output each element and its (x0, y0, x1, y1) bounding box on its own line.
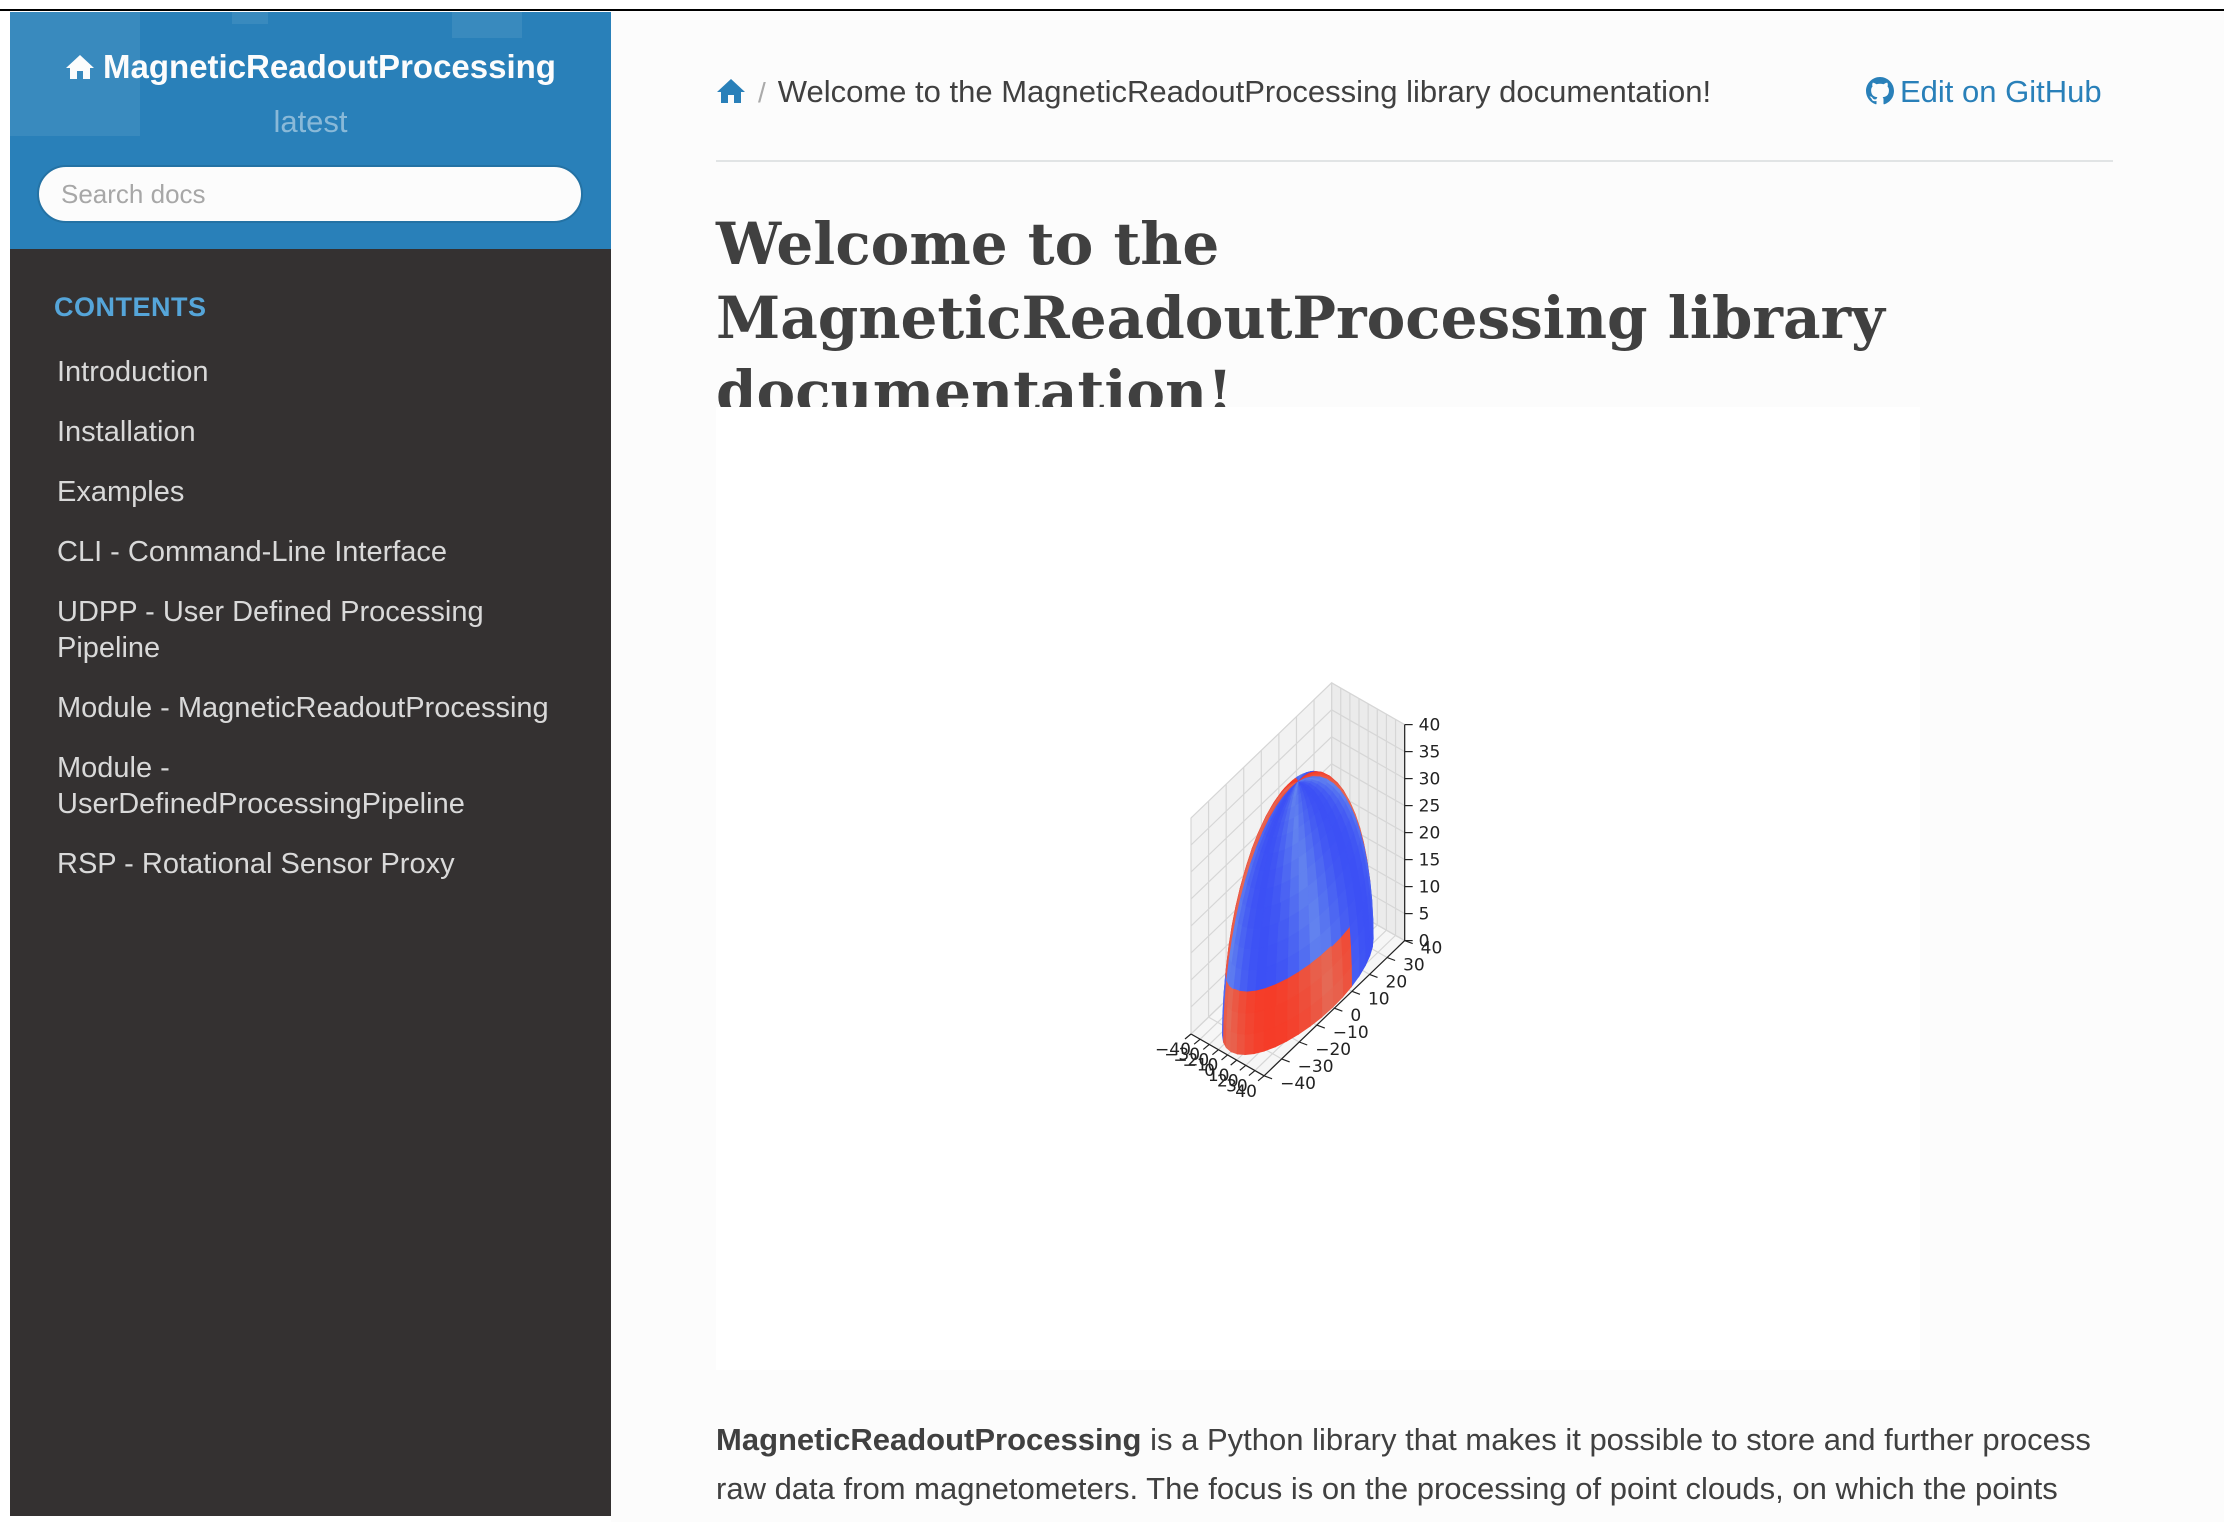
x-axis-tick (1193, 1038, 1201, 1045)
contents-caption: CONTENTS (54, 292, 207, 322)
y-axis-tick (1334, 1007, 1343, 1012)
y-axis-tick (1386, 956, 1396, 962)
surface-patch (1253, 1009, 1266, 1034)
github-icon (1866, 77, 1894, 105)
surface-patch (1230, 1030, 1239, 1055)
x-axis-tick (1212, 1049, 1219, 1056)
edit-on-github-label: Edit on GitHub (1900, 74, 2102, 109)
x-axis-tick (1184, 1033, 1192, 1040)
breadcrumb-current: Welcome to the MagneticReadoutProcessing… (777, 74, 1712, 109)
main-content: / Welcome to the MagneticReadoutProcessin… (611, 12, 2224, 1522)
sidebar-header: MagneticReadoutProcessing latest (10, 12, 611, 249)
toc-item-examples[interactable]: Examples (10, 474, 611, 510)
top-border-fill (0, 0, 2224, 9)
z-tick-label: 15 (1419, 851, 1441, 871)
y-axis-tick (1351, 990, 1361, 995)
surface-patch (1236, 1032, 1246, 1056)
y-axis-tick (1369, 973, 1378, 978)
z-tick-label: 30 (1419, 770, 1441, 790)
surface-patch (1253, 1029, 1265, 1055)
toc-item-rsp[interactable]: RSP - Rotational Sensor Proxy (10, 846, 611, 882)
x-tick-label: 40 (1235, 1082, 1257, 1102)
toc-item-module-mrp[interactable]: Module - MagneticReadoutProcessing (10, 690, 611, 726)
surface-patch (1245, 990, 1257, 1014)
project-home-link[interactable]: MagneticReadoutProcessing (10, 48, 611, 86)
toc-item-udpp[interactable]: UDPP - User Defined Processing Pipeline (10, 594, 611, 666)
z-tick-label: 40 (1419, 716, 1441, 736)
surface-patch (1255, 966, 1268, 992)
y-tick-label: 0 (1350, 1006, 1361, 1026)
toc-item-introduction[interactable]: Introduction (10, 354, 611, 390)
breadcrumb: / Welcome to the MagneticReadoutProcessin… (716, 74, 1711, 110)
x-axis-tick (1239, 1064, 1247, 1071)
surface-patch (1254, 987, 1267, 1013)
surface-patch (1244, 1011, 1256, 1035)
surface-patch (1264, 983, 1277, 1011)
surface-patch (1244, 1032, 1255, 1056)
z-tick-label: 25 (1419, 797, 1441, 817)
home-icon (66, 55, 95, 79)
sidebar: MagneticReadoutProcessing latest CONTENT… (10, 12, 611, 1516)
home-icon[interactable] (716, 77, 746, 105)
x-axis-tick (1221, 1054, 1228, 1061)
x-axis-tick (1257, 1075, 1265, 1082)
y-axis-tick (1299, 1041, 1308, 1046)
header-decoration (452, 12, 522, 38)
z-tick-label: 20 (1419, 824, 1441, 844)
x-axis-tick (1230, 1059, 1238, 1066)
y-axis-tick (1281, 1058, 1290, 1063)
toc-item-module-udpp[interactable]: Module - UserDefinedProcessingPipeline (10, 750, 611, 822)
intro-paragraph: MagneticReadoutProcessing is a Python li… (716, 1415, 2136, 1513)
header-decoration (232, 12, 268, 24)
z-tick-label: 10 (1419, 878, 1441, 898)
project-name: MagneticReadoutProcessing (103, 48, 556, 85)
z-tick-label: 5 (1419, 905, 1430, 925)
search-input[interactable] (37, 165, 583, 223)
toc-item-installation[interactable]: Installation (10, 414, 611, 450)
z-tick-label: 0 (1419, 932, 1430, 952)
x-axis-tick (1248, 1070, 1256, 1077)
edit-on-github-link[interactable]: Edit on GitHub (1866, 74, 2102, 110)
toc-item-cli[interactable]: CLI - Command-Line Interface (10, 534, 611, 570)
hemisphere-figure: −40 −30 −20 −10 0 10 20 30 40 −40 −30 −20 −10 0 10 20 30… (716, 407, 1920, 1370)
hemisphere-plot: −40−30−20−10010203040 −40−30−20−100102030… (1155, 681, 1442, 1102)
version-label: latest (273, 104, 348, 139)
surface-patch (1237, 1011, 1247, 1035)
page-title: Welcome to the MagneticReadoutProcessing… (716, 210, 1885, 426)
toc-list: Introduction Installation Examples CLI -… (10, 354, 611, 906)
y-axis-tick (1263, 1075, 1273, 1080)
z-tick-label: 35 (1419, 743, 1441, 763)
x-axis-tick (1202, 1043, 1210, 1050)
header-divider (716, 160, 2113, 162)
y-axis-tick (1316, 1024, 1326, 1029)
breadcrumb-separator: / (758, 77, 766, 108)
intro-library-name: MagneticReadoutProcessing (716, 1422, 1142, 1457)
